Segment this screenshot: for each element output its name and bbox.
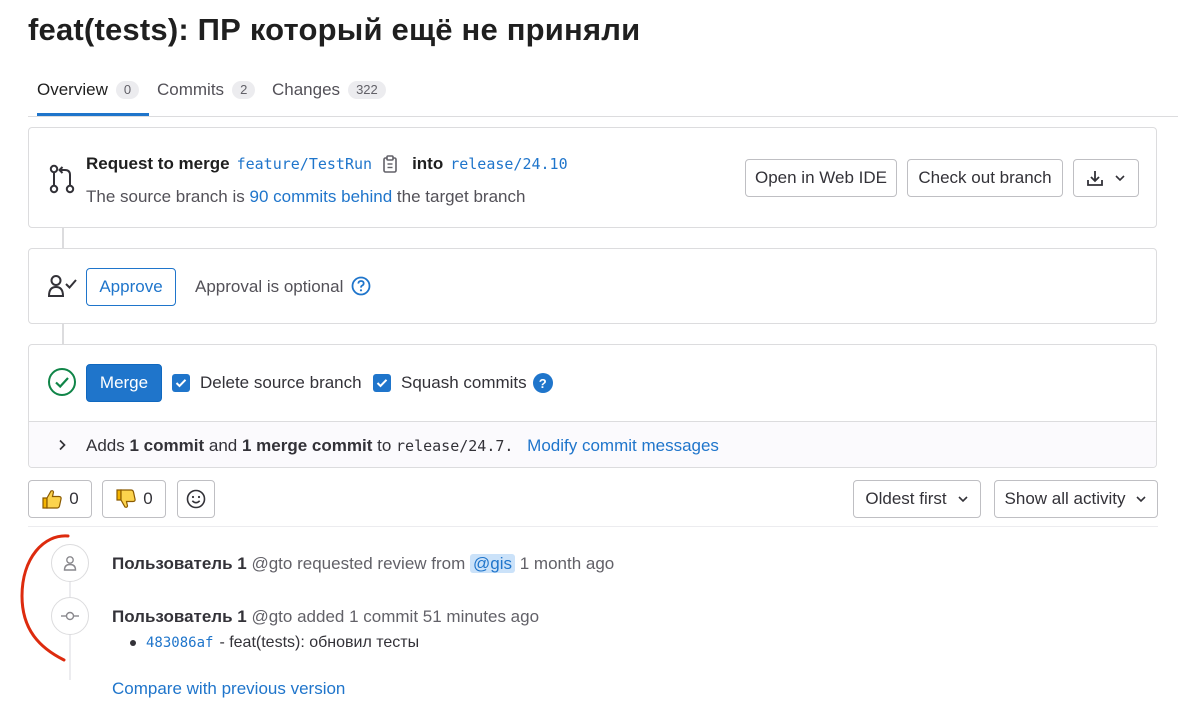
- delete-branch-label: Delete source branch: [200, 373, 362, 392]
- reviewer-mention[interactable]: @gis: [470, 554, 516, 573]
- merge-request-icon: [48, 164, 76, 199]
- sort-dropdown[interactable]: Oldest first: [853, 480, 981, 518]
- squash-help-icon[interactable]: ?: [532, 373, 553, 393]
- behind-text-prefix: The source branch is: [86, 187, 245, 206]
- smiley-icon: [186, 489, 206, 509]
- thumbs-down-count: 0: [143, 489, 153, 508]
- delete-source-branch-option[interactable]: Delete source branch: [172, 373, 362, 393]
- author-name[interactable]: Пользователь 1: [112, 554, 247, 573]
- tab-commits-count: 2: [232, 81, 256, 99]
- commit-message: - feat(tests): обновил тесты: [219, 634, 420, 651]
- check-out-branch-button[interactable]: Check out branch: [907, 159, 1063, 197]
- adds-to: to: [377, 436, 392, 455]
- tab-overview-count: 0: [115, 81, 140, 99]
- annotation-curve: [20, 534, 70, 662]
- commit-time: 51 minutes ago: [422, 607, 540, 626]
- connector-line: [62, 228, 64, 248]
- activity-filter-label: Show all activity: [1004, 489, 1126, 508]
- approval-optional-text: Approval is optional: [195, 277, 344, 296]
- commits-behind-link[interactable]: 90 commits behind: [249, 187, 392, 206]
- commit-summary-bar: Adds 1 commit and 1 merge commit to rele…: [29, 421, 1156, 467]
- approve-button[interactable]: Approve: [86, 268, 176, 306]
- squash-checkbox[interactable]: [373, 374, 391, 392]
- commit-sha-link[interactable]: 483086af: [146, 635, 213, 651]
- download-icon: [1086, 169, 1104, 187]
- tab-overview[interactable]: Overview 0: [37, 66, 150, 116]
- chevron-down-icon: [1135, 495, 1147, 503]
- tab-overview-label: Overview: [37, 80, 108, 99]
- adds-commit-count: 1 commit: [129, 436, 205, 455]
- tab-changes-count: 322: [348, 81, 386, 99]
- thumbs-up-count: 0: [69, 489, 79, 508]
- chevron-down-icon: [1114, 174, 1126, 182]
- tab-bar: Overview 0 Commits 2 Changes 322: [28, 66, 1178, 117]
- chevron-down-icon: [957, 495, 969, 503]
- approval-card: Approve Approval is optional: [28, 248, 1157, 324]
- thumbs-up-button[interactable]: 0: [28, 480, 92, 518]
- modify-commit-messages-link[interactable]: Modify commit messages: [527, 436, 719, 455]
- delete-branch-checkbox[interactable]: [172, 374, 190, 392]
- sort-label: Oldest first: [865, 489, 947, 508]
- review-time: 1 month ago: [519, 554, 615, 573]
- activity-filter-dropdown[interactable]: Show all activity: [994, 480, 1158, 518]
- thumbs-down-icon: [115, 488, 137, 510]
- author-name[interactable]: Пользователь 1: [112, 607, 247, 626]
- timeline-item-review: Пользователь 1 @gto requested review fro…: [112, 554, 614, 574]
- merge-button[interactable]: Merge: [86, 364, 162, 402]
- squash-label: Squash commits: [401, 373, 527, 392]
- adds-and: and: [208, 436, 238, 455]
- bullet: [130, 640, 136, 646]
- tab-changes[interactable]: Changes 322: [272, 66, 386, 114]
- tab-changes-label: Changes: [272, 80, 341, 99]
- squash-commits-option[interactable]: Squash commits ?: [373, 373, 553, 393]
- approval-help-icon[interactable]: [351, 276, 371, 296]
- check-circle-icon: [47, 367, 77, 402]
- adds-merge-commit: 1 merge commit: [241, 436, 373, 455]
- approval-icon: [47, 274, 79, 303]
- thumbs-up-icon: [41, 488, 63, 510]
- author-handle[interactable]: @gto: [251, 607, 292, 626]
- open-web-ide-button[interactable]: Open in Web IDE: [745, 159, 897, 197]
- divider: [28, 526, 1158, 527]
- tab-commits-label: Commits: [157, 80, 225, 99]
- compare-previous-version-link[interactable]: Compare with previous version: [112, 679, 345, 699]
- commit-list-item: 483086af - feat(tests): обновил тесты: [130, 634, 419, 652]
- adds-prefix: Adds: [86, 436, 125, 455]
- merge-request-label: Request to merge: [86, 154, 230, 173]
- merge-request-card: Request to merge feature/TestRun into re…: [28, 127, 1157, 228]
- tab-commits[interactable]: Commits 2: [157, 66, 256, 114]
- into-label: into: [412, 154, 444, 173]
- source-branch-link[interactable]: feature/TestRun: [237, 155, 372, 173]
- commit-action-text: added 1 commit: [297, 607, 419, 626]
- thumbs-down-button[interactable]: 0: [102, 480, 166, 518]
- download-dropdown-button[interactable]: [1073, 159, 1139, 197]
- page-title: feat(tests): ПР который ещё не приняли: [28, 12, 641, 47]
- add-reaction-button[interactable]: [177, 480, 215, 518]
- review-action-text: requested review from: [297, 554, 466, 573]
- target-branch-link[interactable]: release/24.10: [450, 155, 567, 173]
- connector-line: [62, 324, 64, 344]
- behind-text-suffix: the target branch: [396, 187, 526, 206]
- chevron-right-icon[interactable]: [58, 439, 66, 451]
- merge-card: Merge Delete source branch Squash commit…: [28, 344, 1157, 468]
- adds-target-branch: release/24.7.: [396, 437, 514, 455]
- copy-branch-icon[interactable]: [382, 155, 398, 173]
- timeline-item-commit: Пользователь 1 @gto added 1 commit 51 mi…: [112, 607, 539, 627]
- author-handle[interactable]: @gto: [251, 554, 292, 573]
